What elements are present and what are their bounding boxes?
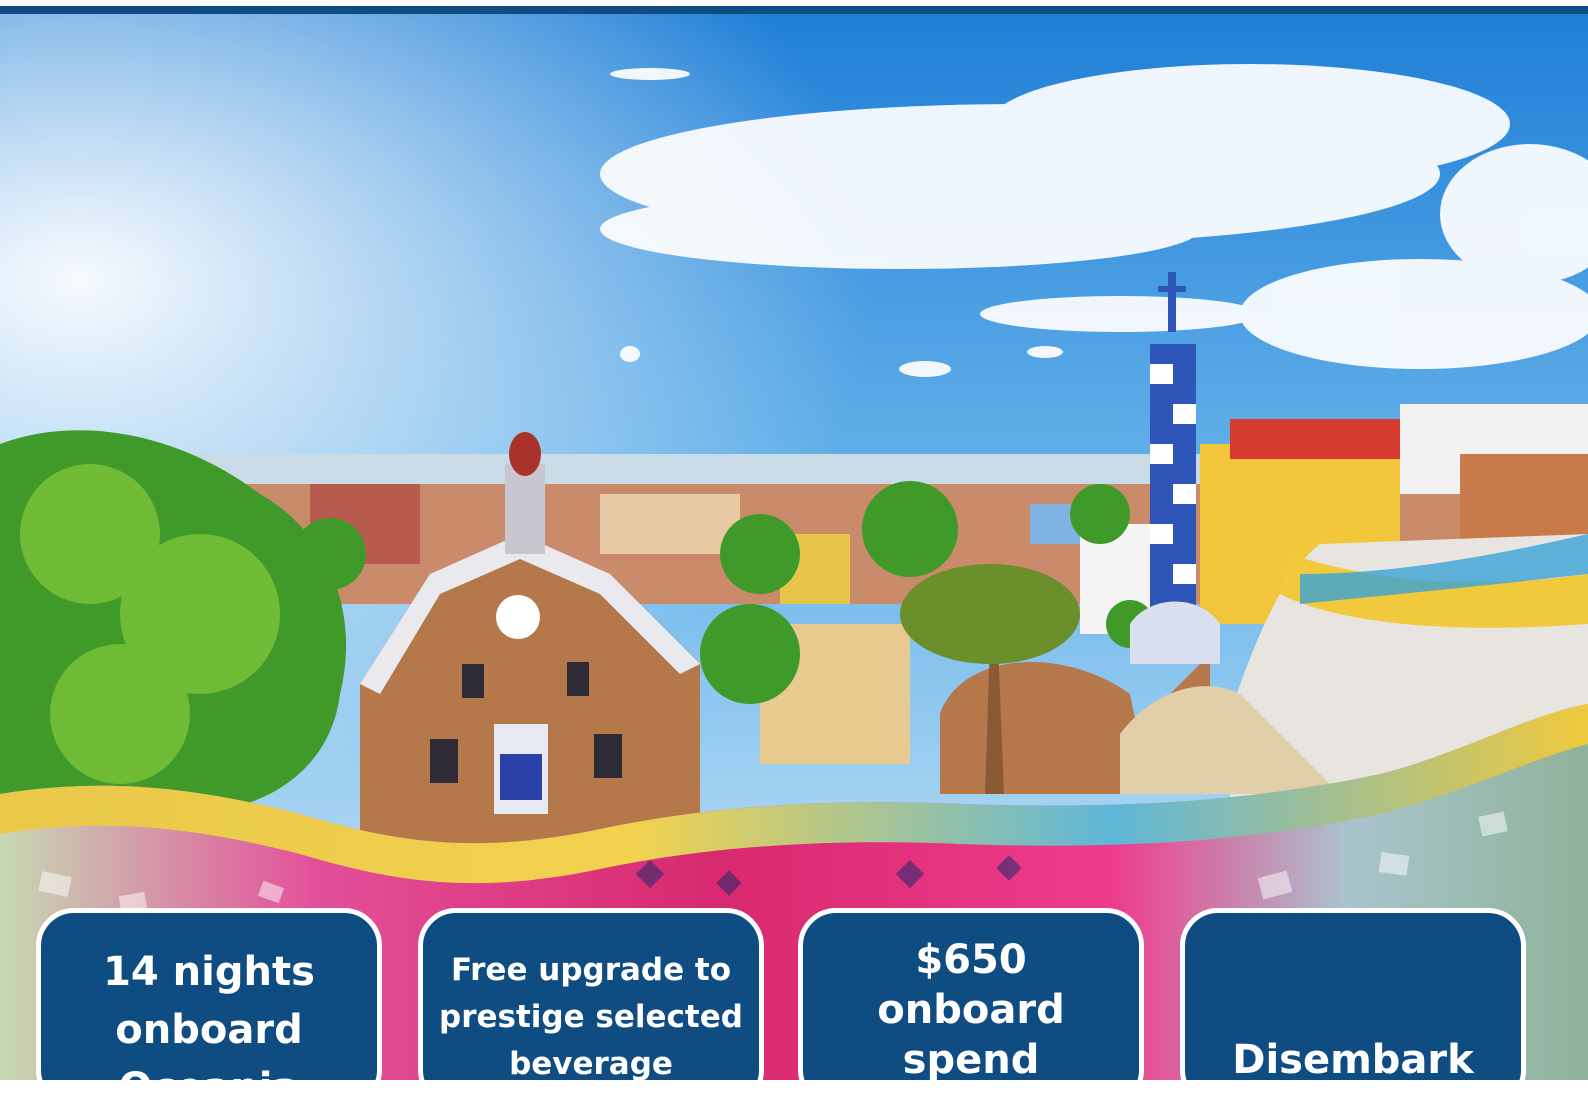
feature-card-text: 14 nights onboard Oceania (103, 949, 315, 1093)
promo-page: 14 nights onboard Oceania Free upgrade t… (0, 0, 1588, 1093)
bottom-border (0, 1080, 1588, 1093)
feature-cards: 14 nights onboard Oceania Free upgrade t… (0, 900, 1588, 1093)
feature-card-text: Free upgrade to prestige selected bevera… (439, 952, 743, 1082)
feature-card-beverage-upgrade: Free upgrade to prestige selected bevera… (418, 908, 764, 1093)
feature-card-disembark: Disembark (1180, 908, 1526, 1093)
feature-card-text: Disembark (1232, 1037, 1474, 1083)
top-accent-line (0, 6, 1588, 14)
feature-card-onboard-spend: $650 onboard spend (798, 908, 1144, 1093)
feature-card-nights: 14 nights onboard Oceania (36, 908, 382, 1093)
feature-card-text: $650 onboard spend (877, 937, 1065, 1083)
top-border (0, 0, 1588, 14)
